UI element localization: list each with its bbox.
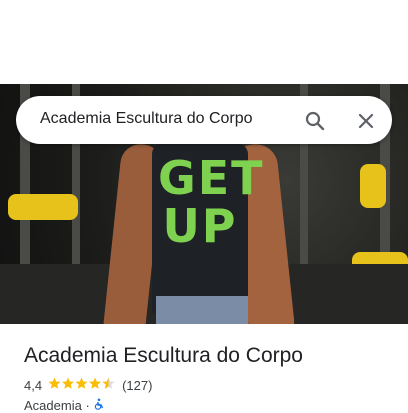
place-name: Academia Escultura do Corpo xyxy=(24,344,303,367)
shirt-text: GET UP xyxy=(158,151,265,253)
search-bar[interactable]: Academia Escultura do Corpo xyxy=(16,96,392,144)
close-icon[interactable] xyxy=(354,109,378,133)
gym-machine xyxy=(360,164,386,208)
category-row: Academia · xyxy=(24,398,105,413)
top-blank-area xyxy=(0,0,408,84)
gym-machine xyxy=(8,194,78,220)
place-card[interactable]: Academia Escultura do Corpo 4,4 (127) Ac… xyxy=(0,324,408,413)
wheelchair-icon xyxy=(93,398,105,413)
search-icon[interactable] xyxy=(303,109,327,133)
separator-dot: · xyxy=(85,398,90,413)
rating-row[interactable]: 4,4 (127) xyxy=(24,377,152,394)
place-category: Academia xyxy=(24,398,82,413)
review-count[interactable]: (127) xyxy=(122,378,152,393)
person-jeans xyxy=(156,296,248,324)
search-query[interactable]: Academia Escultura do Corpo xyxy=(40,110,253,128)
rating-value: 4,4 xyxy=(24,378,43,393)
star-rating xyxy=(48,377,116,394)
